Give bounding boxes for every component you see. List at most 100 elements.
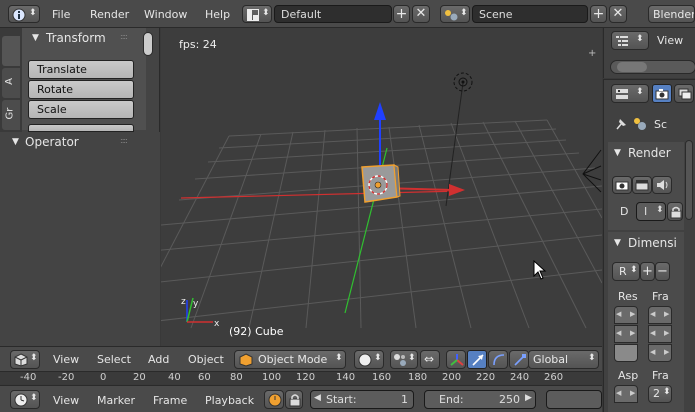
aspect-x-field[interactable]: ◀ ▶: [614, 385, 638, 403]
chevron-icon: ⬍: [30, 353, 38, 363]
arrow-left-icon[interactable]: ◀: [314, 393, 321, 403]
scene-context-label: Sc: [654, 118, 668, 131]
manipulate-center-toggle[interactable]: ⇔: [420, 350, 440, 369]
render-panel: ▼ Render D I ⬍: [608, 142, 684, 230]
object-menu[interactable]: Object: [188, 353, 224, 366]
add-layout-button[interactable]: +: [393, 5, 410, 23]
properties-scrollbar[interactable]: [685, 140, 693, 220]
pivot-selector[interactable]: ⬍: [390, 350, 418, 369]
translate-button[interactable]: Translate: [28, 60, 134, 79]
menu-file[interactable]: File: [52, 8, 70, 21]
resolution-percent-field[interactable]: [614, 344, 638, 362]
rotate-manipulator-toggle[interactable]: [488, 350, 508, 369]
dimensions-panel-header[interactable]: Dimensi: [628, 236, 677, 250]
remove-preset-button[interactable]: −: [655, 262, 670, 281]
transform-header[interactable]: Transform: [46, 31, 106, 45]
render-presets-selector[interactable]: R ⬍: [612, 262, 640, 281]
collapse-arrow-icon[interactable]: ▼: [32, 33, 39, 43]
svg-text:z: z: [181, 297, 186, 307]
tab-grease[interactable]: Gr: [2, 100, 20, 130]
render-animation-button[interactable]: [632, 176, 652, 194]
start-frame-field[interactable]: ◀ Start: 1: [310, 390, 414, 409]
ruler-tick: 60: [198, 372, 211, 383]
frame-menu[interactable]: Frame: [153, 394, 187, 407]
manipulator-icon: [450, 354, 464, 366]
chevron-icon: ⬍: [460, 8, 468, 18]
render-image-button[interactable]: [612, 176, 632, 194]
tab-tools[interactable]: [2, 36, 20, 66]
tab-create[interactable]: A: [2, 68, 20, 98]
collapse-arrow-icon[interactable]: ▼: [614, 238, 621, 248]
editor-type-outliner-button[interactable]: ⬍: [611, 31, 649, 50]
add-preset-button[interactable]: +: [640, 262, 655, 281]
render-engine-selector[interactable]: Blender: [648, 5, 695, 23]
collapse-arrow-icon[interactable]: ▼: [614, 148, 621, 158]
display-mode-selector[interactable]: I ⬍: [636, 202, 666, 221]
add-scene-button[interactable]: +: [590, 5, 607, 23]
render-audio-button[interactable]: [652, 176, 672, 194]
drag-handle-icon[interactable]: ::::: [120, 136, 128, 145]
layers-context-tab[interactable]: [674, 84, 694, 103]
mode-selector[interactable]: Object Mode ⬍: [234, 350, 346, 369]
layout-name-field[interactable]: Default: [274, 5, 392, 23]
select-menu[interactable]: Select: [97, 353, 131, 366]
resolution-x-field[interactable]: ◀ ▶: [614, 306, 638, 324]
current-frame-field[interactable]: [546, 390, 602, 409]
outliner-scroll-knob[interactable]: [617, 62, 647, 72]
frame-end-field[interactable]: ◀ ▶: [648, 325, 672, 343]
arrow-right-icon[interactable]: ▶: [525, 393, 532, 403]
scale-button[interactable]: Scale: [28, 100, 134, 119]
tool-shelf-scrollbar[interactable]: [143, 32, 153, 56]
delete-layout-button[interactable]: ✕: [412, 5, 430, 23]
cube-object[interactable]: [356, 161, 406, 211]
frame-start-field[interactable]: ◀ ▶: [648, 306, 672, 324]
render-context-tab[interactable]: [652, 84, 672, 103]
menu-render[interactable]: Render: [90, 8, 129, 21]
viewport-add-icon[interactable]: +: [588, 48, 596, 59]
lock-interface-toggle[interactable]: [667, 202, 683, 221]
operator-header[interactable]: Operator: [25, 135, 79, 149]
menu-window[interactable]: Window: [144, 8, 187, 21]
transform-orientation-selector[interactable]: Global ⬍: [528, 350, 599, 369]
frame-rate-label: Fra: [652, 369, 669, 382]
frame-step-field[interactable]: ◀ ▶: [648, 344, 672, 362]
drag-handle-icon[interactable]: ::::: [120, 32, 128, 41]
frame-rate-selector[interactable]: 2 ⬍: [648, 385, 672, 403]
add-menu[interactable]: Add: [148, 353, 169, 366]
chevron-icon: ⬍: [588, 353, 596, 363]
manipulator-toggle[interactable]: [446, 350, 466, 369]
viewport-3d[interactable]: fps: 24 + y x z (92) Cube: [161, 28, 602, 346]
view-menu[interactable]: View: [53, 353, 79, 366]
timeline-ruler[interactable]: -40 -20 0 20 40 60 80 100 120 140 160 18…: [0, 371, 602, 384]
marker-menu[interactable]: Marker: [97, 394, 135, 407]
layout-selector[interactable]: ⬍: [242, 5, 272, 23]
scene-name-field[interactable]: Scene: [472, 5, 588, 23]
editor-type-info-button[interactable]: ⬍: [8, 5, 40, 23]
editor-type-properties-button[interactable]: ⬍: [611, 84, 649, 103]
rotate-button[interactable]: Rotate: [28, 80, 134, 99]
translate-manipulator-toggle[interactable]: [467, 350, 487, 369]
resolution-y-field[interactable]: ◀ ▶: [614, 325, 638, 343]
playback-menu[interactable]: Playback: [205, 394, 254, 407]
editor-type-timeline-button[interactable]: ⬍: [10, 390, 40, 409]
preview-range-toggle[interactable]: [264, 390, 284, 409]
collapse-arrow-icon[interactable]: ▼: [12, 137, 19, 147]
lock-range-toggle[interactable]: [285, 390, 303, 409]
editor-type-3d-button[interactable]: ⬍: [10, 350, 40, 369]
scale-manipulator-toggle[interactable]: [509, 350, 529, 369]
camera-object[interactable]: [579, 148, 602, 194]
render-panel-header[interactable]: Render: [628, 146, 671, 160]
viewport-shading-selector[interactable]: ⬍: [354, 350, 384, 369]
timeline-view-menu[interactable]: View: [53, 394, 79, 407]
scene-selector[interactable]: ⬍: [440, 5, 470, 23]
lamp-icon[interactable]: [451, 70, 475, 94]
partial-tool-button[interactable]: [28, 124, 134, 132]
menu-help[interactable]: Help: [205, 8, 230, 21]
dimensions-panel: ▼ Dimensi R ⬍ + − Res Fra ◀ ▶ ◀ ▶ ◀ ▶ ◀ ▶ ◀ ▶…: [608, 232, 684, 412]
pin-icon[interactable]: [614, 117, 628, 131]
outliner-view-menu[interactable]: View: [657, 34, 683, 47]
delete-scene-button[interactable]: ✕: [609, 5, 627, 23]
end-frame-field[interactable]: End: 250 ▶: [424, 390, 536, 409]
aspect-label: Asp: [618, 369, 639, 382]
outliner-search-field[interactable]: [610, 60, 695, 74]
